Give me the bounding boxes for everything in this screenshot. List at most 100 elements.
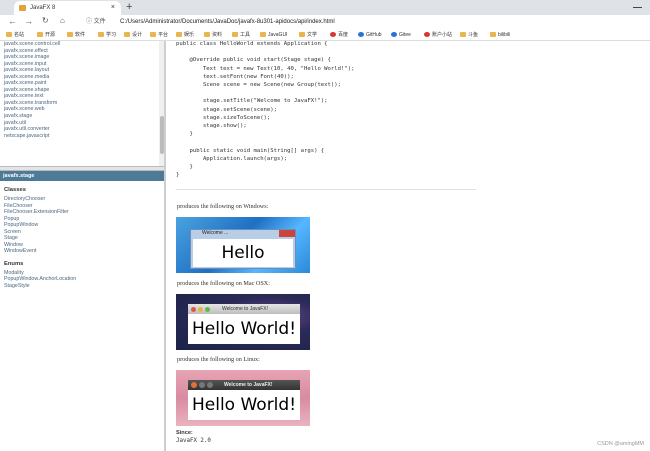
bookmark-folder-icon [330,32,336,37]
bookmark-folder-icon [232,32,238,37]
bookmark-folder-icon [6,32,12,37]
windows-screenshot: Welcome ... Hello World! [176,217,310,273]
bookmark-folder-icon [124,32,130,37]
bookmark-label: 平台 [158,32,169,38]
bookmark-item[interactable]: 开源 [37,31,55,40]
bookmark-item[interactable]: 斗鱼 [460,31,478,40]
bookmark-label: 工具 [240,32,251,38]
mac-minimize-icon [198,307,203,312]
home-icon[interactable]: ⌂ [60,16,65,25]
bookmark-label: 娱乐 [184,32,195,38]
bookmark-folder-icon [150,32,156,37]
bookmark-label: 开源 [45,32,56,38]
linux-minimize-icon [199,382,205,388]
class-documentation: public class HelloWorld extends Applicat… [166,41,650,451]
bookmark-item[interactable]: 软件 [67,31,85,40]
windows-hello-text: Hello World! [193,239,293,273]
package-list: javafx.scene.control.cell javafx.scene.ef… [0,41,160,166]
forward-icon[interactable]: → [24,16,33,26]
bookmark-item[interactable]: 设计 [124,31,142,40]
left-navigation: javafx.scene.control.cell javafx.scene.ef… [0,41,166,451]
bookmark-folder-icon [67,32,73,37]
windows-caption: produces the following on Windows: [177,203,269,210]
bookmark-label: bilibili [498,32,511,38]
watermark: CSDN @amingMM [597,441,644,447]
bookmark-label: 百度 [338,32,349,38]
bookmark-item[interactable]: 平台 [150,31,168,40]
bookmark-label: 软件 [75,32,86,38]
nav-link[interactable]: WindowEvent [0,248,164,255]
windows-close-icon [279,230,295,237]
bookmark-folder-icon [204,32,210,37]
bookmark-label: 学习 [106,32,117,38]
classes-heading: Classes [4,187,26,193]
mac-hello-text: Hello World! [188,314,300,344]
since-value: JavaFX 2.0 [176,438,211,444]
bookmark-folder-icon [490,32,496,37]
back-icon[interactable]: ← [8,16,17,26]
linux-screenshot: Welcome to JavaFX! Hello World! [176,370,310,426]
reload-icon[interactable]: ↻ [42,16,49,25]
bookmark-item[interactable]: GitHub [358,31,382,40]
since-label: Since: [176,430,193,436]
class-list: Classes DirectoryChooser FileChooser FileC… [0,183,164,290]
nav-link[interactable]: StageStyle [0,283,164,290]
bookmark-item[interactable]: 名站 [6,31,24,40]
bookmark-item[interactable]: bilibili [490,31,510,40]
code-sample: public class HelloWorld extends Applicat… [176,41,355,179]
bookmark-item[interactable]: Gitee [391,31,411,40]
enums-heading: Enums [4,260,24,267]
enums-links: Modality PopupWindow.AnchorLocation StageS… [0,270,164,290]
divider-line [176,189,476,190]
address-bar: ← → ↻ ⌂ ⓘ 文件 C:/Users/Administrator/Docu… [0,15,650,30]
page-favicon-icon [19,5,26,11]
bookmark-label: 文学 [307,32,318,38]
bookmark-label: GitHub [366,32,382,38]
new-tab-button[interactable]: + [126,0,132,14]
bookmark-folder-icon [98,32,104,37]
file-scheme-text: 文件 [93,19,106,25]
bookmark-folder-icon [37,32,43,37]
mac-caption: produces the following on Mac OSX: [177,280,270,287]
bookmark-label: 斗鱼 [468,32,479,38]
bookmark-item[interactable]: 文学 [299,31,317,40]
file-scheme-label: ⓘ 文件 [86,19,106,25]
bookmark-item[interactable]: 娱乐 [176,31,194,40]
classes-links: DirectoryChooser FileChooser FileChooser.E… [0,196,164,255]
bookmark-item[interactable]: JavaGUI [260,31,287,40]
bookmark-folder-icon [358,32,364,37]
tab-javafx8[interactable]: JavaFX 8 × [14,1,121,15]
bookmark-folder-icon [299,32,305,37]
linux-close-icon [191,382,197,388]
bookmark-label: 名站 [14,32,25,38]
bookmark-item[interactable]: 账户小站 [424,31,452,40]
bookmark-label: Gitee [399,32,411,38]
bookmark-item[interactable]: 资料 [204,31,222,40]
package-header[interactable]: javafx.stage [0,171,164,181]
tab-title: JavaFX 8 [30,5,56,11]
browser-window: JavaFX 8 × + ← → ↻ ⌂ ⓘ 文件 C:/Users/Admin… [0,0,650,451]
mac-title: Welcome to JavaFX! [222,306,269,312]
bookmark-item[interactable]: 百度 [330,31,348,40]
bookmark-item[interactable]: 学习 [98,31,116,40]
bookmark-label: 资料 [212,32,223,38]
bookmark-label: 账户小站 [432,32,453,38]
close-tab-icon[interactable]: × [111,1,115,15]
mac-close-icon [191,307,196,312]
bookmark-folder-icon [460,32,466,37]
bookmark-label: 设计 [132,32,143,38]
tab-bar: JavaFX 8 × + [0,0,650,15]
url-input[interactable]: C:/Users/Administrator/Documents/JavaDoc… [120,17,335,28]
bookmark-item[interactable]: 工具 [232,31,250,40]
linux-caption: produces the following on Linux: [177,356,260,363]
bookmark-folder-icon [391,32,397,37]
mac-screenshot: Welcome to JavaFX! Hello World! [176,294,310,350]
minimize-icon[interactable] [633,7,642,8]
bookmark-folder-icon [260,32,266,37]
nav-link[interactable]: netscape.javascript [0,133,160,140]
bookmark-folder-icon [176,32,182,37]
bookmark-folder-icon [424,32,430,37]
linux-hello-text: Hello World! [188,390,300,420]
bookmark-label: JavaGUI [268,32,288,38]
linux-title: Welcome to JavaFX! [224,382,273,388]
